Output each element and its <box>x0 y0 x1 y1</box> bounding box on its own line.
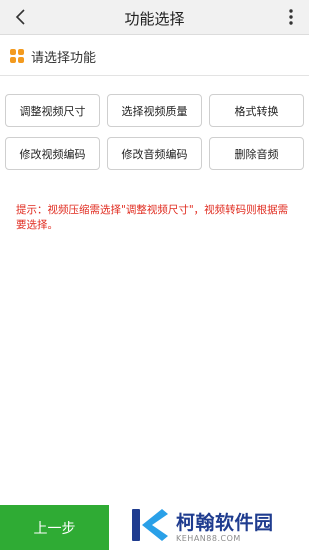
format-convert-button[interactable]: 格式转换 <box>209 94 304 127</box>
watermark-logo-icon <box>132 509 168 541</box>
vertical-dots-icon <box>289 9 293 25</box>
app-header: 功能选择 <box>0 0 309 35</box>
watermark: 柯翰软件园 KEHAN88.COM <box>128 500 309 550</box>
tip-text: 提示：视频压缩需选择"调整视频尺寸"，视频转码则根据需要选择。 <box>16 204 289 231</box>
video-quality-button[interactable]: 选择视频质量 <box>107 94 202 127</box>
watermark-url: KEHAN88.COM <box>176 533 241 543</box>
watermark-name: 柯翰软件园 <box>176 511 274 534</box>
divider <box>0 75 309 76</box>
audio-codec-button[interactable]: 修改音频编码 <box>107 137 202 170</box>
page-title: 功能选择 <box>124 10 185 28</box>
grid-icon <box>10 49 24 63</box>
more-menu-button[interactable] <box>283 6 299 28</box>
previous-step-button[interactable]: 上一步 <box>0 505 109 550</box>
remove-audio-button[interactable]: 删除音频 <box>209 137 304 170</box>
section-title: 请选择功能 <box>31 50 97 66</box>
resize-video-button[interactable]: 调整视频尺寸 <box>5 94 100 127</box>
video-codec-button[interactable]: 修改视频编码 <box>5 137 100 170</box>
section-header: 请选择功能 <box>10 46 96 66</box>
